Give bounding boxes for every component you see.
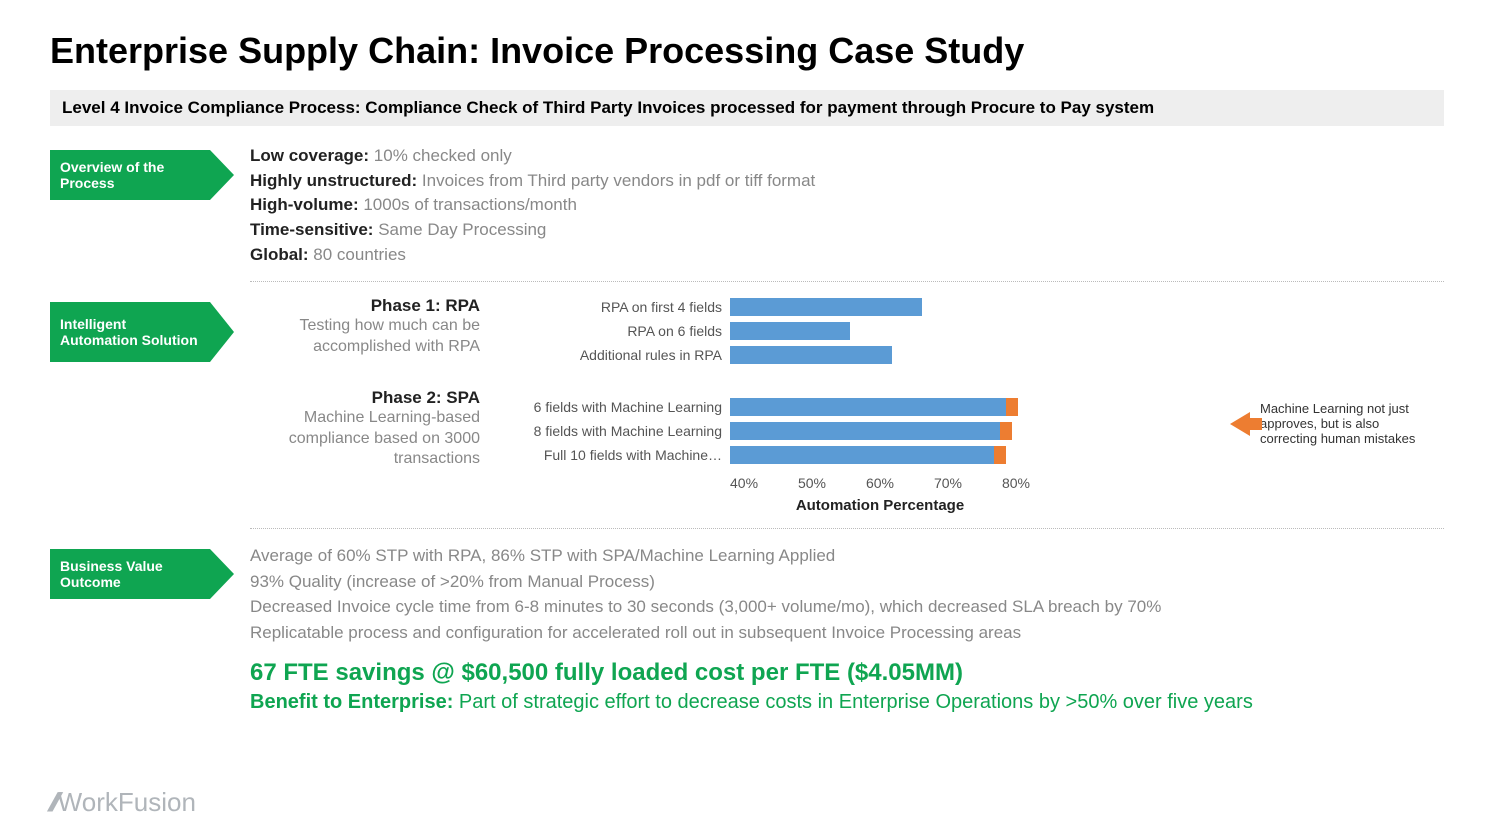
x-axis: 40% 50% 60% 70% 80% [730, 468, 1030, 491]
bar-track [730, 322, 1030, 340]
solution-content: Phase 1: RPA Testing how much can be acc… [250, 296, 1444, 514]
kv-key: Global: [250, 245, 309, 264]
kv-line: Time-sensitive: Same Day Processing [250, 218, 1444, 243]
bar-row: Full 10 fields with Machine… [510, 444, 1230, 466]
outcome-line: Decreased Invoice cycle time from 6-8 mi… [250, 594, 1444, 620]
kv-line: Low coverage: 10% checked only [250, 144, 1444, 169]
kv-key: Highly unstructured: [250, 171, 417, 190]
phase-labels: Phase 1: RPA Testing how much can be acc… [250, 296, 480, 500]
divider [250, 528, 1444, 529]
bar-label: RPA on 6 fields [510, 323, 730, 339]
bar-chart: RPA on first 4 fields RPA on 6 fields Addi… [510, 296, 1230, 514]
logo-text: WorkFusion [58, 787, 196, 818]
phase1-block: Phase 1: RPA Testing how much can be acc… [250, 296, 480, 358]
phase2-desc: Machine Learning-based compliance based … [250, 408, 480, 470]
benefit-line: Benefit to Enterprise: Part of strategic… [250, 691, 1444, 714]
bar-segment-orange [1000, 422, 1012, 440]
bar-row: 6 fields with Machine Learning [510, 396, 1230, 418]
outcome-line: 93% Quality (increase of >20% from Manua… [250, 569, 1444, 595]
axis-tick: 40% [730, 475, 758, 491]
bar-label: Full 10 fields with Machine… [510, 447, 730, 463]
divider [250, 281, 1444, 282]
phase1-title: Phase 1: RPA [250, 296, 480, 316]
bar-row: Additional rules in RPA [510, 344, 1230, 366]
kv-val: 10% checked only [374, 146, 512, 165]
annotation-text: Machine Learning not just approves, but … [1260, 401, 1430, 446]
bar-track [730, 446, 1030, 464]
bar-label: 6 fields with Machine Learning [510, 399, 730, 415]
tag-overview: Overview of the Process [50, 150, 210, 200]
axis-tick: 80% [1002, 475, 1030, 491]
bar-row: 8 fields with Machine Learning [510, 420, 1230, 442]
bar-segment-blue [730, 298, 922, 316]
axis-tick: 70% [934, 475, 962, 491]
overview-content: Low coverage: 10% checked only Highly un… [250, 144, 1444, 267]
tag-outcome: Business Value Outcome [50, 549, 210, 599]
bar-segment-blue [730, 322, 850, 340]
arrow-left-icon [1230, 412, 1250, 436]
kv-key: High-volume: [250, 195, 359, 214]
bar-row: RPA on 6 fields [510, 320, 1230, 342]
bar-segment-blue [730, 346, 892, 364]
outcome-line: Replicatable process and configuration f… [250, 620, 1444, 646]
tag-solution: Intelligent Automation Solution [50, 302, 210, 362]
axis-tick: 60% [866, 475, 894, 491]
subtitle-bar: Level 4 Invoice Compliance Process: Comp… [50, 90, 1444, 126]
kv-val: Same Day Processing [378, 220, 546, 239]
bar-track [730, 346, 1030, 364]
outcome-line: Average of 60% STP with RPA, 86% STP wit… [250, 543, 1444, 569]
kv-line: Highly unstructured: Invoices from Third… [250, 169, 1444, 194]
kv-line: Global: 80 countries [250, 243, 1444, 268]
section-overview: Overview of the Process Low coverage: 10… [50, 144, 1444, 267]
phase1-desc: Testing how much can be accomplished wit… [250, 316, 480, 358]
kv-val: 80 countries [313, 245, 406, 264]
logo: /// WorkFusion [50, 787, 196, 818]
kv-key: Time-sensitive: [250, 220, 373, 239]
bar-label: RPA on first 4 fields [510, 299, 730, 315]
bar-track [730, 422, 1030, 440]
benefit-text: Part of strategic effort to decrease cos… [459, 691, 1253, 713]
bar-row: RPA on first 4 fields [510, 296, 1230, 318]
bar-segment-orange [994, 446, 1006, 464]
kv-val: 1000s of transactions/month [363, 195, 577, 214]
phase2-title: Phase 2: SPA [250, 388, 480, 408]
phase2-block: Phase 2: SPA Machine Learning-based comp… [250, 388, 480, 470]
bar-track [730, 398, 1030, 416]
axis-title: Automation Percentage [730, 497, 1030, 514]
bar-segment-orange [1006, 398, 1018, 416]
kv-val: Invoices from Third party vendors in pdf… [422, 171, 815, 190]
outcome-content: Average of 60% STP with RPA, 86% STP wit… [250, 543, 1444, 714]
bar-segment-blue [730, 422, 1000, 440]
section-outcome: Business Value Outcome Average of 60% ST… [50, 543, 1444, 714]
kv-line: High-volume: 1000s of transactions/month [250, 193, 1444, 218]
chart-annotation: Machine Learning not just approves, but … [1230, 401, 1430, 446]
bar-label: 8 fields with Machine Learning [510, 423, 730, 439]
benefit-label: Benefit to Enterprise: [250, 691, 453, 713]
savings-line: 67 FTE savings @ $60,500 fully loaded co… [250, 659, 1444, 687]
bar-segment-blue [730, 446, 994, 464]
bar-segment-blue [730, 398, 1006, 416]
bar-track [730, 298, 1030, 316]
kv-key: Low coverage: [250, 146, 369, 165]
page-title: Enterprise Supply Chain: Invoice Process… [50, 30, 1444, 72]
bar-label: Additional rules in RPA [510, 347, 730, 363]
axis-tick: 50% [798, 475, 826, 491]
section-solution: Intelligent Automation Solution Phase 1:… [50, 296, 1444, 514]
